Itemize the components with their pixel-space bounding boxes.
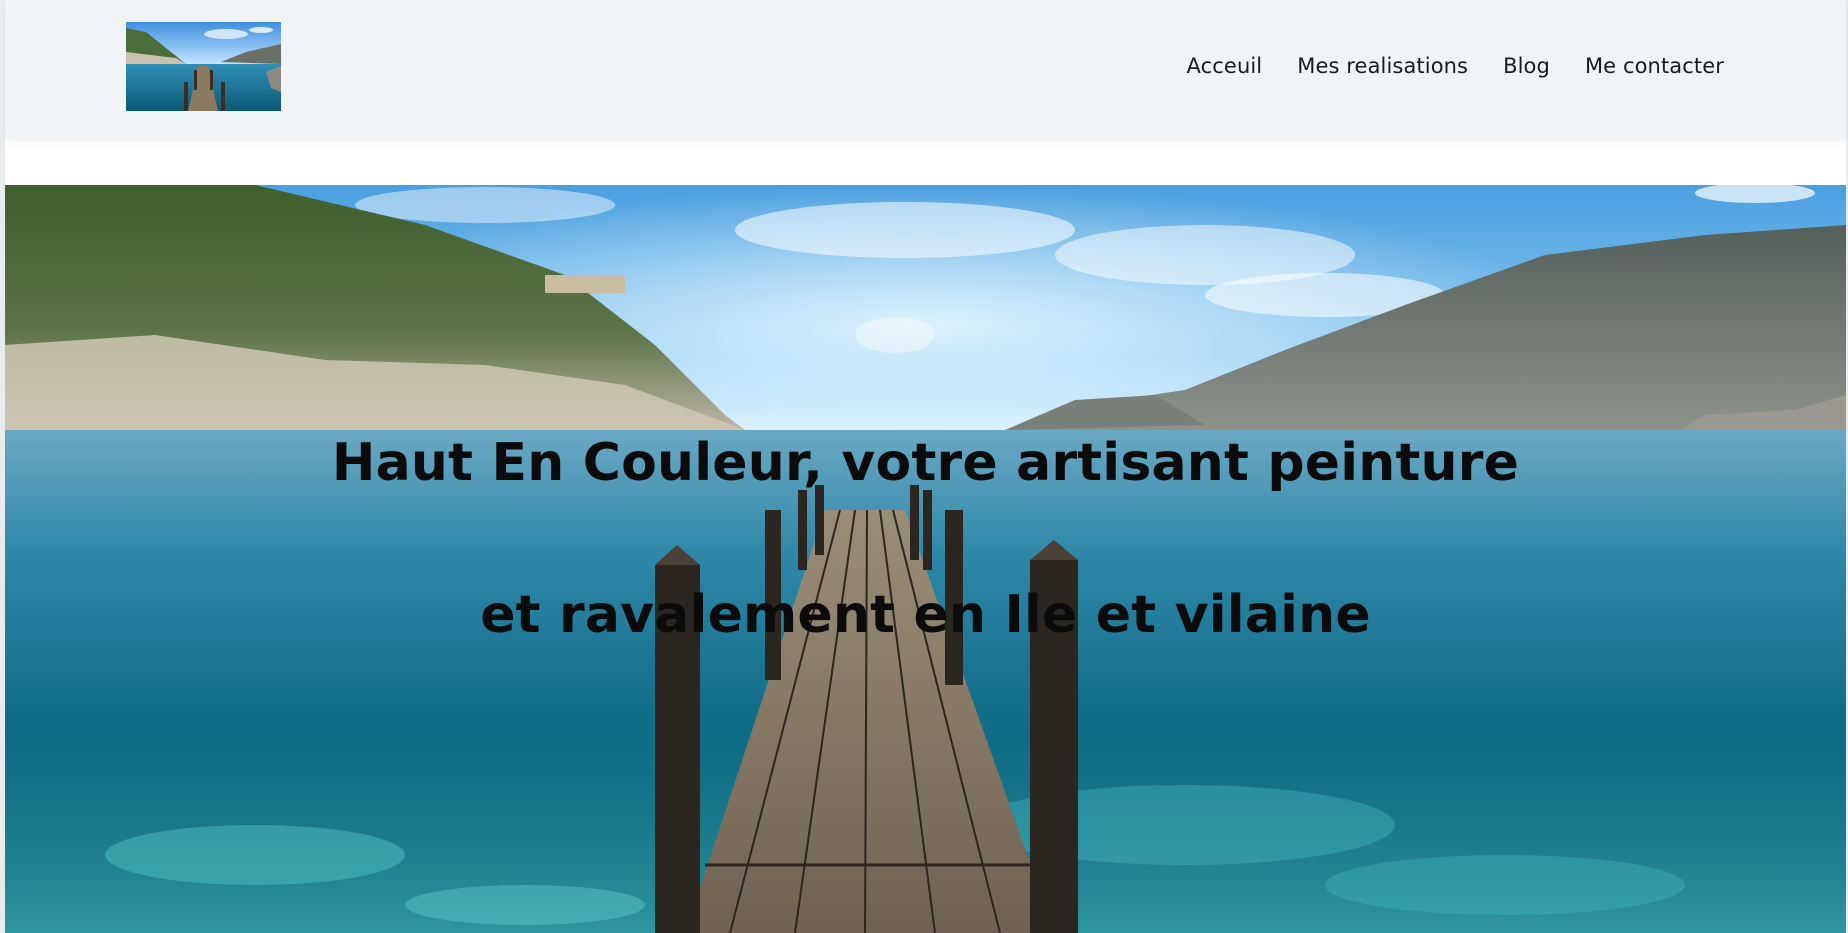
logo-image	[126, 22, 281, 111]
site-header: Acceuil Mes realisations Blog Me contact…	[5, 0, 1846, 138]
nav-item-me-contacter[interactable]: Me contacter	[1585, 50, 1724, 82]
site-logo[interactable]	[126, 22, 281, 111]
nav-item-blog[interactable]: Blog	[1503, 50, 1550, 82]
hero-title-line-2: et ravalement en Ile et vilaine	[480, 585, 1371, 645]
hero-image	[5, 185, 1846, 933]
nav-item-mes-realisations[interactable]: Mes realisations	[1297, 50, 1468, 82]
hero-banner: Haut En Couleur, votre artisant peinture…	[5, 185, 1846, 933]
hero-title-line-1: Haut En Couleur, votre artisant peinture	[331, 433, 1520, 493]
page: Acceuil Mes realisations Blog Me contact…	[0, 0, 1848, 933]
nav-item-acceuil[interactable]: Acceuil	[1187, 50, 1263, 82]
main-nav: Acceuil Mes realisations Blog Me contact…	[1152, 50, 1724, 82]
